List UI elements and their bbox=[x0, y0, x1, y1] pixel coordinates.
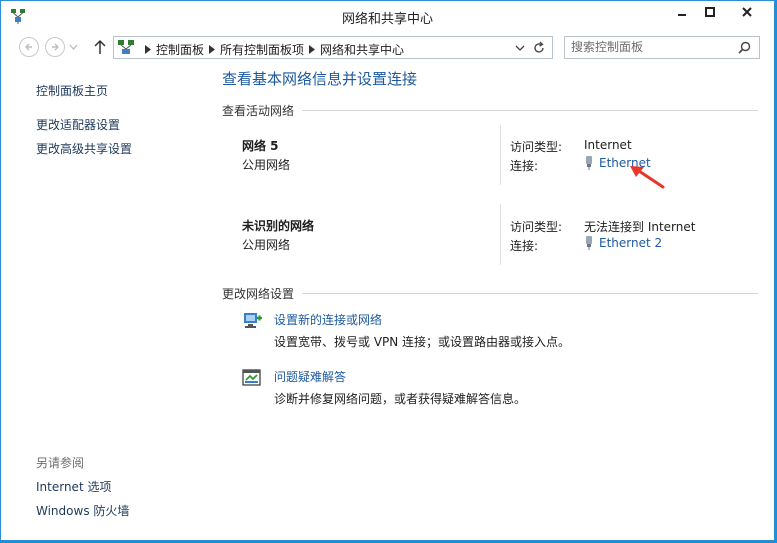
maximize-icon bbox=[705, 7, 715, 17]
search-input[interactable] bbox=[571, 39, 731, 55]
window-title: 网络和共享中心 bbox=[341, 12, 433, 27]
connection-link-ethernet-2[interactable]: Ethernet 2 bbox=[584, 236, 662, 250]
minimize-button[interactable] bbox=[668, 2, 696, 22]
chevron-right-icon[interactable] bbox=[307, 44, 317, 56]
see-also-heading: 另请参阅 bbox=[36, 456, 85, 470]
close-button[interactable] bbox=[724, 2, 770, 22]
sidebar: 控制面板主页 更改适配器设置 更改高级共享设置 另请参阅 Internet 选项… bbox=[36, 63, 216, 540]
annotation-arrow-icon bbox=[630, 166, 665, 189]
divider bbox=[500, 125, 501, 185]
ethernet-icon bbox=[586, 236, 592, 250]
control-panel-icon bbox=[118, 40, 134, 54]
divider bbox=[302, 110, 758, 111]
sidebar-link-advanced-sharing[interactable]: 更改高级共享设置 bbox=[36, 140, 132, 157]
navigation-bar: 控制面板 所有控制面板项 网络和共享中心 bbox=[1, 33, 774, 61]
search-icon[interactable] bbox=[738, 41, 751, 54]
sidebar-link-control-panel-home[interactable]: 控制面板主页 bbox=[36, 82, 108, 99]
minimize-icon bbox=[678, 14, 686, 16]
change-settings-header: 更改网络设置 bbox=[222, 287, 295, 301]
refresh-icon[interactable] bbox=[532, 41, 546, 55]
new-connection-icon bbox=[244, 313, 262, 328]
recent-pages-dropdown-icon[interactable] bbox=[69, 43, 78, 51]
breadcrumb-control-panel[interactable]: 控制面板 bbox=[156, 41, 204, 58]
content-area: 控制面板主页 更改适配器设置 更改高级共享设置 另请参阅 Internet 选项… bbox=[1, 63, 774, 540]
setup-connection-link[interactable]: 设置新的连接或网络 bbox=[274, 311, 382, 328]
breadcrumb: 控制面板 所有控制面板项 网络和共享中心 bbox=[140, 41, 404, 58]
active-networks-header: 查看活动网络 bbox=[222, 104, 295, 118]
ethernet-icon bbox=[586, 156, 592, 170]
troubleshoot-icon bbox=[242, 369, 261, 386]
access-type-label: 访问类型: bbox=[510, 220, 563, 234]
title-bar: 网络和共享中心 bbox=[1, 1, 774, 31]
connections-label: 连接: bbox=[510, 159, 539, 173]
access-type-value: Internet bbox=[584, 138, 632, 152]
chevron-down-icon[interactable] bbox=[514, 42, 526, 54]
setup-connection-desc: 设置宽带、拨号或 VPN 连接；或设置路由器或接入点。 bbox=[274, 335, 571, 349]
up-arrow-icon[interactable] bbox=[93, 39, 107, 55]
maximize-button[interactable] bbox=[696, 2, 724, 22]
back-arrow-icon bbox=[25, 43, 32, 51]
page-title: 查看基本网络信息并设置连接 bbox=[222, 70, 418, 88]
network-category[interactable]: 公用网络 bbox=[242, 236, 290, 253]
divider bbox=[302, 293, 758, 294]
sidebar-link-internet-options[interactable]: Internet 选项 bbox=[36, 478, 111, 495]
forward-arrow-icon bbox=[52, 43, 59, 51]
breadcrumb-all-items[interactable]: 所有控制面板项 bbox=[220, 41, 304, 58]
troubleshoot-link[interactable]: 问题疑难解答 bbox=[274, 368, 346, 385]
back-button[interactable] bbox=[19, 37, 39, 57]
divider bbox=[500, 204, 501, 265]
connections-label: 连接: bbox=[510, 239, 539, 253]
search-box[interactable] bbox=[564, 36, 760, 59]
forward-button[interactable] bbox=[45, 37, 65, 57]
caption-buttons bbox=[668, 2, 770, 22]
access-type-value: 无法连接到 Internet bbox=[584, 220, 696, 234]
address-bar[interactable]: 控制面板 所有控制面板项 网络和共享中心 bbox=[113, 36, 553, 59]
chevron-right-icon[interactable] bbox=[207, 44, 217, 56]
network-name: 网络 5 bbox=[242, 139, 279, 153]
connection-name[interactable]: Ethernet 2 bbox=[599, 236, 662, 250]
access-type-label: 访问类型: bbox=[510, 140, 563, 154]
network-name: 未识别的网络 bbox=[242, 219, 315, 233]
sidebar-link-adapter-settings[interactable]: 更改适配器设置 bbox=[36, 116, 120, 133]
network-category[interactable]: 公用网络 bbox=[242, 156, 290, 173]
main-panel: 查看基本网络信息并设置连接 查看活动网络 网络 5 公用网络 访问类型: Int… bbox=[222, 63, 762, 540]
breadcrumb-network-center[interactable]: 网络和共享中心 bbox=[320, 41, 404, 58]
troubleshoot-desc: 诊断并修复网络问题，或者获得疑难解答信息。 bbox=[274, 392, 527, 406]
close-icon bbox=[742, 7, 752, 17]
sidebar-link-windows-firewall[interactable]: Windows 防火墙 bbox=[36, 502, 129, 519]
window: 网络和共享中心 控制面板 所有控制面板项 网络和共享中心 搜索控制面板 控制面板… bbox=[0, 0, 775, 541]
chevron-right-icon[interactable] bbox=[143, 44, 153, 56]
